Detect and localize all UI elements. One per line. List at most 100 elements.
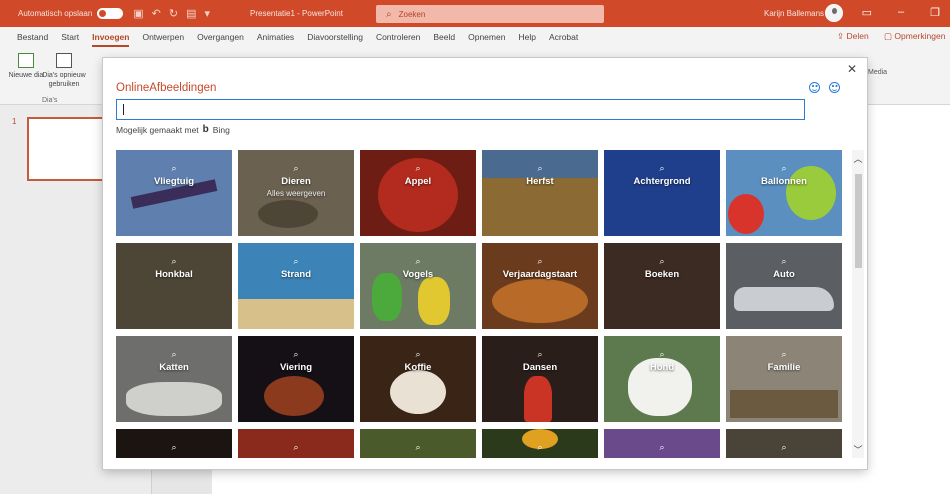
search-box[interactable]: ⌕ Zoeken bbox=[376, 5, 604, 23]
minimize-icon[interactable]: – bbox=[898, 6, 904, 19]
search-icon: ⌕ bbox=[537, 442, 543, 452]
tab-invoegen[interactable]: Invoegen bbox=[92, 27, 130, 47]
quick-access-toolbar: ▣ ↶ ↻ ▤ ▾ bbox=[133, 7, 210, 20]
redo-icon[interactable]: ↻ bbox=[169, 7, 178, 20]
reuse-slides-icon bbox=[56, 53, 72, 68]
tab-help[interactable]: Help bbox=[518, 27, 535, 47]
tile-boeken[interactable]: ⌕ Boeken bbox=[604, 243, 720, 329]
search-icon: ⌕ bbox=[659, 256, 665, 266]
balloon-shape bbox=[728, 194, 764, 234]
tile-label: Ballonnen bbox=[761, 176, 807, 187]
tile-sublabel[interactable]: Alles weergeven bbox=[238, 189, 354, 198]
tab-controleren[interactable]: Controleren bbox=[376, 27, 420, 47]
tile-row4-1[interactable]: ⌕ bbox=[116, 429, 232, 458]
tile-honkbal[interactable]: ⌕ Honkbal bbox=[116, 243, 232, 329]
powered-by-text: Mogelijk gemaakt met bbox=[116, 124, 199, 135]
tile-achtergrond[interactable]: ⌕ Achtergrond bbox=[604, 150, 720, 236]
comment-icon: ▢ bbox=[884, 31, 895, 41]
tab-opnemen[interactable]: Opnemen bbox=[468, 27, 505, 47]
tile-label: Strand bbox=[280, 269, 312, 280]
bird-shape bbox=[418, 277, 450, 325]
tab-ontwerpen[interactable]: Ontwerpen bbox=[142, 27, 184, 47]
tab-beeld[interactable]: Beeld bbox=[433, 27, 455, 47]
tab-overgangen[interactable]: Overgangen bbox=[197, 27, 244, 47]
reuse-slides-label: Dia's opnieuw gebruiken bbox=[42, 72, 86, 88]
search-icon: ⌕ bbox=[293, 163, 299, 173]
present-icon[interactable]: ▤ bbox=[186, 7, 196, 20]
tile-auto[interactable]: ⌕ Auto bbox=[726, 243, 842, 329]
undo-icon[interactable]: ↶ bbox=[152, 7, 161, 20]
autosave-toggle[interactable] bbox=[97, 8, 124, 19]
new-slide-button[interactable]: Nieuwe dia bbox=[8, 53, 44, 80]
tile-row4-5[interactable]: ⌕ bbox=[604, 429, 720, 458]
avatar[interactable] bbox=[825, 4, 843, 22]
tile-appel[interactable]: ⌕ Appel bbox=[360, 150, 476, 236]
tab-animaties[interactable]: Animaties bbox=[257, 27, 294, 47]
tile-row4-4[interactable]: ⌕ bbox=[482, 429, 598, 458]
tile-label: Appel bbox=[404, 176, 432, 187]
search-icon: ⌕ bbox=[293, 349, 299, 359]
tab-acrobat[interactable]: Acrobat bbox=[549, 27, 578, 47]
ribbon-display-icon[interactable]: ▭ bbox=[862, 6, 872, 19]
customize-qat-icon[interactable]: ▾ bbox=[205, 7, 211, 20]
grid-scrollbar[interactable]: ︿ ﹀ bbox=[852, 150, 864, 458]
dialog-title: OnlineAfbeeldingen bbox=[116, 82, 217, 94]
title-bar: Automatisch opslaan ▣ ↶ ↻ ▤ ▾ Presentati… bbox=[0, 0, 950, 27]
tab-start[interactable]: Start bbox=[61, 27, 79, 47]
tile-label: Boeken bbox=[644, 269, 680, 280]
save-icon[interactable]: ▣ bbox=[133, 7, 143, 20]
tile-verjaardagstaart[interactable]: ⌕ Verjaardagstaart bbox=[482, 243, 598, 329]
comments-button[interactable]: ▢ Opmerkingen bbox=[884, 31, 945, 42]
cat-shape bbox=[126, 382, 222, 416]
media-label[interactable]: Media bbox=[868, 69, 887, 76]
tile-herfst[interactable]: ⌕ Herfst bbox=[482, 150, 598, 236]
tile-viering[interactable]: ⌕ Viering bbox=[238, 336, 354, 422]
bing-logo-icon: b bbox=[202, 124, 209, 135]
tile-hond[interactable]: ⌕ Hond bbox=[604, 336, 720, 422]
tile-vliegtuig[interactable]: ⌕ Vliegtuig bbox=[116, 150, 232, 236]
tile-label: Auto bbox=[773, 269, 795, 280]
tile-vogels[interactable]: ⌕ Vogels bbox=[360, 243, 476, 329]
share-button[interactable]: ⇪ Delen bbox=[837, 31, 869, 42]
search-icon: ⌕ bbox=[781, 349, 787, 359]
send-smile-icon[interactable] bbox=[809, 82, 820, 93]
chevron-up-icon[interactable]: ︿ bbox=[852, 152, 864, 165]
tile-dieren[interactable]: ⌕ Dieren Alles weergeven bbox=[238, 150, 354, 236]
tile-row4-3[interactable]: ⌕ bbox=[360, 429, 476, 458]
table-shape bbox=[730, 390, 838, 418]
tab-bestand[interactable]: Bestand bbox=[17, 27, 48, 47]
reuse-slides-button[interactable]: Dia's opnieuw gebruiken bbox=[42, 53, 86, 89]
tile-label: Achtergrond bbox=[633, 176, 691, 187]
tile-strand[interactable]: ⌕ Strand bbox=[238, 243, 354, 329]
tile-katten[interactable]: ⌕ Katten bbox=[116, 336, 232, 422]
image-search-input[interactable] bbox=[116, 99, 805, 120]
tile-koffie[interactable]: ⌕ Koffie bbox=[360, 336, 476, 422]
send-frown-icon[interactable] bbox=[829, 82, 840, 93]
chevron-down-icon[interactable]: ﹀ bbox=[852, 443, 864, 456]
search-icon: ⌕ bbox=[386, 8, 392, 20]
animal-shape bbox=[258, 200, 318, 228]
autosave-label: Automatisch opslaan bbox=[18, 9, 93, 18]
search-icon: ⌕ bbox=[659, 442, 665, 452]
tile-label: Honkbal bbox=[155, 269, 193, 280]
user-name[interactable]: Karijn Ballemans bbox=[764, 9, 824, 18]
window-controls: ▭ – ❐ bbox=[862, 6, 940, 19]
tile-row4-2[interactable]: ⌕ bbox=[238, 429, 354, 458]
search-icon: ⌕ bbox=[781, 256, 787, 266]
slide-thumbnail[interactable] bbox=[27, 117, 107, 181]
close-icon[interactable]: ✕ bbox=[847, 62, 857, 76]
document-title: Presentatie1 - PowerPoint bbox=[250, 9, 343, 18]
search-icon: ⌕ bbox=[537, 256, 543, 266]
tile-row4-6[interactable]: ⌕ bbox=[726, 429, 842, 458]
tile-ballonnen[interactable]: ⌕ Ballonnen bbox=[726, 150, 842, 236]
scroll-thumb[interactable] bbox=[855, 174, 862, 268]
car-shape bbox=[734, 287, 834, 311]
restore-icon[interactable]: ❐ bbox=[930, 6, 940, 19]
tile-familie[interactable]: ⌕ Familie bbox=[726, 336, 842, 422]
online-pictures-dialog: ✕ OnlineAfbeeldingen Mogelijk gemaakt me… bbox=[103, 58, 867, 469]
slides-group-label: Dia's bbox=[42, 97, 58, 104]
search-icon: ⌕ bbox=[781, 442, 787, 452]
firework-shape bbox=[264, 376, 324, 416]
tab-diavoorstelling[interactable]: Diavoorstelling bbox=[307, 27, 363, 47]
tile-dansen[interactable]: ⌕ Dansen bbox=[482, 336, 598, 422]
